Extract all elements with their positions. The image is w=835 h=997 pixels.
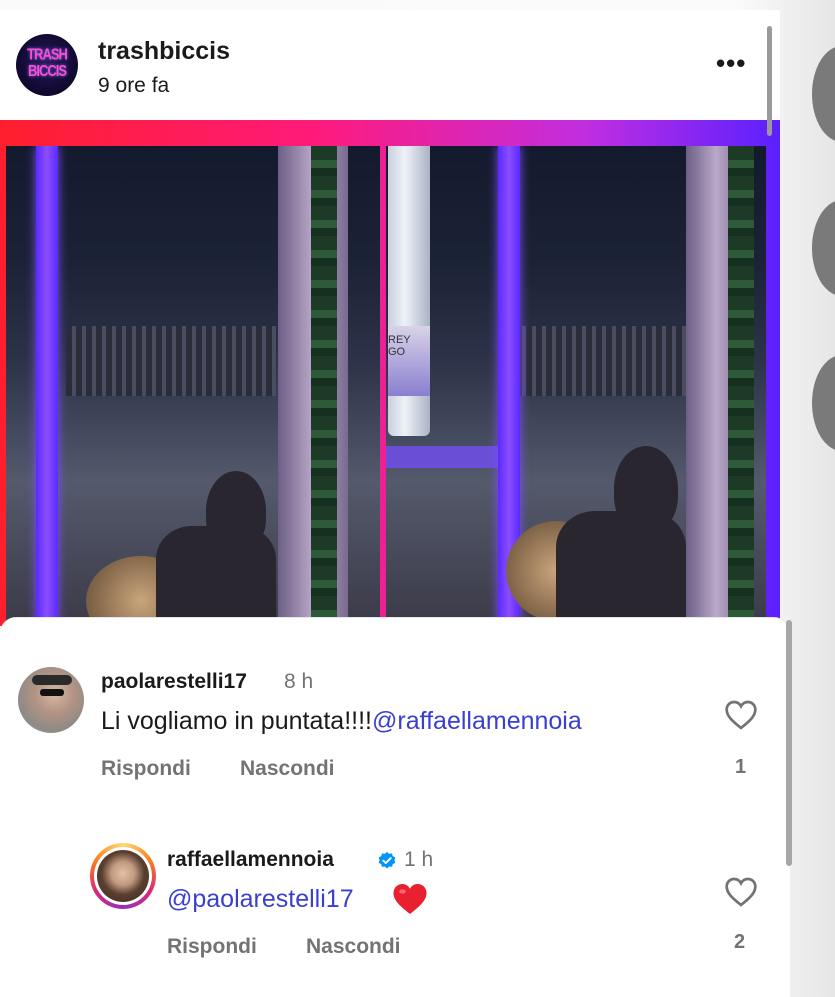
person-body bbox=[556, 511, 686, 626]
avatar-logo-line1: TRASH bbox=[27, 45, 68, 63]
flower-garland bbox=[311, 146, 337, 626]
post-header: TRASH BICCIS trashbiccis 9 ore fa ••• bbox=[0, 10, 780, 122]
post-username[interactable]: trashbiccis bbox=[98, 37, 230, 66]
comment-avatar[interactable] bbox=[18, 667, 84, 733]
like-count: 1 bbox=[735, 756, 747, 778]
profile-avatar[interactable]: TRASH BICCIS bbox=[16, 34, 78, 96]
photo-right: REY GO bbox=[386, 146, 766, 626]
post-scrollbar[interactable] bbox=[767, 26, 772, 136]
vodka-bottle: REY GO bbox=[388, 146, 430, 436]
avatar-logo-line2: BICCIS bbox=[27, 61, 67, 80]
balcony-railing bbox=[66, 326, 276, 396]
comment-avatar bbox=[97, 850, 149, 902]
heart-outline-icon[interactable] bbox=[724, 700, 758, 730]
flower-garland bbox=[728, 146, 754, 626]
heart-outline-icon[interactable] bbox=[724, 877, 758, 907]
comment-time: 8 h bbox=[284, 670, 314, 693]
comment-username[interactable]: paolarestelli17 bbox=[101, 670, 247, 694]
post-time: 9 ore fa bbox=[98, 74, 170, 97]
avatar-bandana bbox=[32, 675, 72, 685]
photo-left bbox=[6, 146, 380, 626]
hide-button[interactable]: Nascondi bbox=[240, 757, 335, 781]
reply-button[interactable]: Rispondi bbox=[101, 757, 191, 781]
more-horizontal-icon[interactable]: ••• bbox=[716, 48, 746, 79]
reply-button[interactable]: Rispondi bbox=[167, 935, 257, 959]
avatar-logo: TRASH BICCIS bbox=[16, 46, 78, 80]
hide-button[interactable]: Nascondi bbox=[306, 935, 401, 959]
side-button[interactable] bbox=[812, 200, 835, 296]
side-button[interactable] bbox=[812, 355, 835, 451]
person-body bbox=[156, 526, 276, 626]
avatar-sunglasses bbox=[40, 689, 64, 696]
post-image[interactable]: REY GO bbox=[0, 120, 780, 626]
comment-text: Li vogliamo in puntata!!!!@raffaellamenn… bbox=[101, 707, 582, 736]
verified-badge-icon bbox=[378, 851, 396, 869]
red-heart-icon bbox=[393, 884, 427, 914]
comment-username[interactable]: raffaellamennoia bbox=[167, 848, 334, 872]
comment-mention[interactable]: @paolarestelli17 bbox=[167, 885, 354, 914]
shelf bbox=[386, 446, 506, 468]
story-ring-avatar[interactable] bbox=[90, 843, 156, 909]
comment-time: 1 h bbox=[404, 848, 434, 871]
side-button[interactable] bbox=[812, 46, 835, 142]
comment-mention[interactable]: @raffaellamennoia bbox=[372, 707, 582, 735]
bottle-label-text: REY GO bbox=[388, 334, 411, 358]
bottle-label: REY GO bbox=[388, 326, 430, 396]
comment-body: Li vogliamo in puntata!!!! bbox=[101, 707, 372, 735]
comments-scrollbar[interactable] bbox=[786, 620, 792, 866]
like-count: 2 bbox=[734, 931, 746, 953]
neon-light bbox=[36, 146, 58, 626]
balcony-railing bbox=[506, 326, 696, 396]
